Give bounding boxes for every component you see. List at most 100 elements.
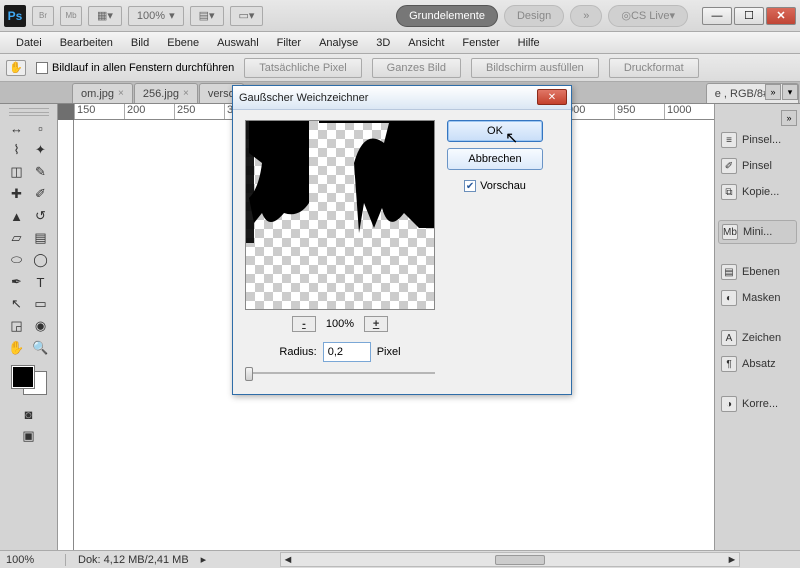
eyedropper-tool[interactable]: ✎	[30, 162, 52, 182]
radius-slider[interactable]	[245, 366, 435, 380]
menu-bild[interactable]: Bild	[123, 35, 157, 51]
close-icon[interactable]: ×	[118, 88, 124, 99]
panel-masken[interactable]: ◐Masken	[718, 286, 797, 310]
radius-unit: Pixel	[377, 346, 401, 358]
print-size-button[interactable]: Druckformat	[609, 58, 699, 78]
menu-auswahl[interactable]: Auswahl	[209, 35, 267, 51]
brush-tool[interactable]: ✐	[30, 184, 52, 204]
quickmask-tool[interactable]: ◙	[18, 404, 40, 424]
zoom-tool[interactable]: 🔍	[30, 338, 52, 358]
heal-tool[interactable]: ✚	[6, 184, 28, 204]
type-tool[interactable]: T	[30, 272, 52, 292]
layers-icon: ▤	[721, 264, 737, 280]
scroll-all-option[interactable]: Bildlauf in allen Fenstern durchführen	[36, 62, 234, 74]
menu-filter[interactable]: Filter	[269, 35, 309, 51]
status-zoom[interactable]: 100%	[6, 554, 66, 566]
status-bar: 100% Dok: 4,12 MB/2,41 MB ▸ ◄►	[0, 550, 800, 568]
3d-tool[interactable]: ◲	[6, 316, 28, 336]
bridge-button[interactable]: Br	[32, 6, 54, 26]
panels-dock: » ≡Pinsel... ✐Pinsel ⧉Kopie... MbMini...…	[714, 104, 800, 550]
fill-screen-button[interactable]: Bildschirm ausfüllen	[471, 58, 599, 78]
menu-ebene[interactable]: Ebene	[159, 35, 207, 51]
move-tool[interactable]: ↔	[6, 118, 28, 138]
eraser-tool[interactable]: ▱	[6, 228, 28, 248]
dodge-tool[interactable]: ◯	[30, 250, 52, 270]
menu-hilfe[interactable]: Hilfe	[510, 35, 548, 51]
lasso-tool[interactable]: ⌇	[6, 140, 28, 160]
menu-bearbeiten[interactable]: Bearbeiten	[52, 35, 121, 51]
menu-datei[interactable]: Datei	[8, 35, 50, 51]
history-brush-tool[interactable]: ↺	[30, 206, 52, 226]
screen-mode-button[interactable]: ▭▾	[230, 6, 264, 26]
horizontal-scrollbar[interactable]: ◄►	[280, 552, 740, 567]
menu-fenster[interactable]: Fenster	[454, 35, 507, 51]
gradient-tool[interactable]: ▤	[30, 228, 52, 248]
blur-tool[interactable]: ⬭	[6, 250, 28, 270]
pen-tool[interactable]: ✒	[6, 272, 28, 292]
hand-tool[interactable]: ✋	[6, 338, 28, 358]
document-tab[interactable]: 256.jpg×	[134, 83, 198, 103]
status-doc-size[interactable]: Dok: 4,12 MB/2,41 MB	[78, 554, 189, 566]
dialog-close-button[interactable]: ✕	[537, 89, 567, 105]
close-icon[interactable]: ×	[183, 88, 189, 99]
menu-3d[interactable]: 3D	[368, 35, 398, 51]
radius-input[interactable]	[323, 342, 371, 362]
ok-button[interactable]: OK	[447, 120, 543, 142]
workspace-more[interactable]: »	[570, 5, 602, 27]
panel-kopierquelle[interactable]: ⧉Kopie...	[718, 180, 797, 204]
panel-minibridge[interactable]: MbMini...	[718, 220, 797, 244]
workspace-grundelemente[interactable]: Grundelemente	[396, 5, 498, 27]
brush-preset-icon: ≡	[721, 132, 737, 148]
cancel-button[interactable]: Abbrechen	[447, 148, 543, 170]
toolbox-grip[interactable]	[9, 108, 49, 116]
filter-preview[interactable]	[245, 120, 435, 310]
workspace-design[interactable]: Design	[504, 5, 564, 27]
cslive-button[interactable]: ◎ CS Live ▾	[608, 5, 688, 27]
menu-ansicht[interactable]: Ansicht	[400, 35, 452, 51]
camera-tool[interactable]: ◉	[30, 316, 52, 336]
color-swatches[interactable]	[12, 366, 46, 394]
wand-tool[interactable]: ✦	[30, 140, 52, 160]
panel-korrekturen[interactable]: ◑Korre...	[718, 392, 797, 416]
toolbox: ↔▫ ⌇✦ ◫✎ ✚✐ ▲↺ ▱▤ ⬭◯ ✒T ↖▭ ◲◉ ✋🔍 ◙ ▣	[0, 104, 58, 550]
tab-nav-right[interactable]: »	[765, 84, 781, 100]
shape-tool[interactable]: ▭	[30, 294, 52, 314]
menu-analyse[interactable]: Analyse	[311, 35, 366, 51]
stamp-tool[interactable]: ▲	[6, 206, 28, 226]
crop-tool[interactable]: ◫	[6, 162, 28, 182]
radius-label: Radius:	[279, 346, 316, 358]
fit-image-button[interactable]: Ganzes Bild	[372, 58, 461, 78]
zoom-level-display[interactable]: 100% ▾	[128, 6, 184, 26]
preview-label: Vorschau	[480, 180, 526, 192]
path-tool[interactable]: ↖	[6, 294, 28, 314]
zoom-value: 100%	[137, 10, 165, 22]
zoom-out-button[interactable]: -	[292, 316, 316, 332]
window-close[interactable]: ✕	[766, 7, 796, 25]
scroll-all-checkbox[interactable]	[36, 62, 48, 74]
screenmode-tool[interactable]: ▣	[18, 426, 40, 446]
panel-collapse[interactable]: »	[781, 110, 797, 126]
window-minimize[interactable]: —	[702, 7, 732, 25]
view-extras-button[interactable]: ▦▾	[88, 6, 122, 26]
panel-ebenen[interactable]: ▤Ebenen	[718, 260, 797, 284]
dialog-titlebar[interactable]: Gaußscher Weichzeichner ✕	[233, 86, 571, 110]
actual-pixels-button[interactable]: Tatsächliche Pixel	[244, 58, 361, 78]
minibridge-button[interactable]: Mb	[60, 6, 82, 26]
preview-checkbox[interactable]: ✔	[464, 180, 476, 192]
panel-absatz[interactable]: ¶Absatz	[718, 352, 797, 376]
ruler-vertical	[58, 120, 74, 550]
foreground-color[interactable]	[12, 366, 34, 388]
zoom-in-button[interactable]: +	[364, 316, 388, 332]
view-arrangement-button[interactable]: ▤▾	[190, 6, 224, 26]
window-maximize[interactable]: ☐	[734, 7, 764, 25]
panel-pinselvorgaben[interactable]: ≡Pinsel...	[718, 128, 797, 152]
slider-thumb[interactable]	[245, 367, 253, 381]
panel-pinsel[interactable]: ✐Pinsel	[718, 154, 797, 178]
marquee-tool[interactable]: ▫	[30, 118, 52, 138]
status-menu-arrow[interactable]: ▸	[201, 553, 207, 566]
panel-zeichen[interactable]: AZeichen	[718, 326, 797, 350]
gaussian-blur-dialog: Gaußscher Weichzeichner ✕ - 100% + Radi	[232, 85, 572, 395]
tab-nav-menu[interactable]: ▾	[782, 84, 798, 100]
document-tab[interactable]: om.jpg×	[72, 83, 133, 103]
preview-toggle[interactable]: ✔ Vorschau	[464, 180, 526, 192]
